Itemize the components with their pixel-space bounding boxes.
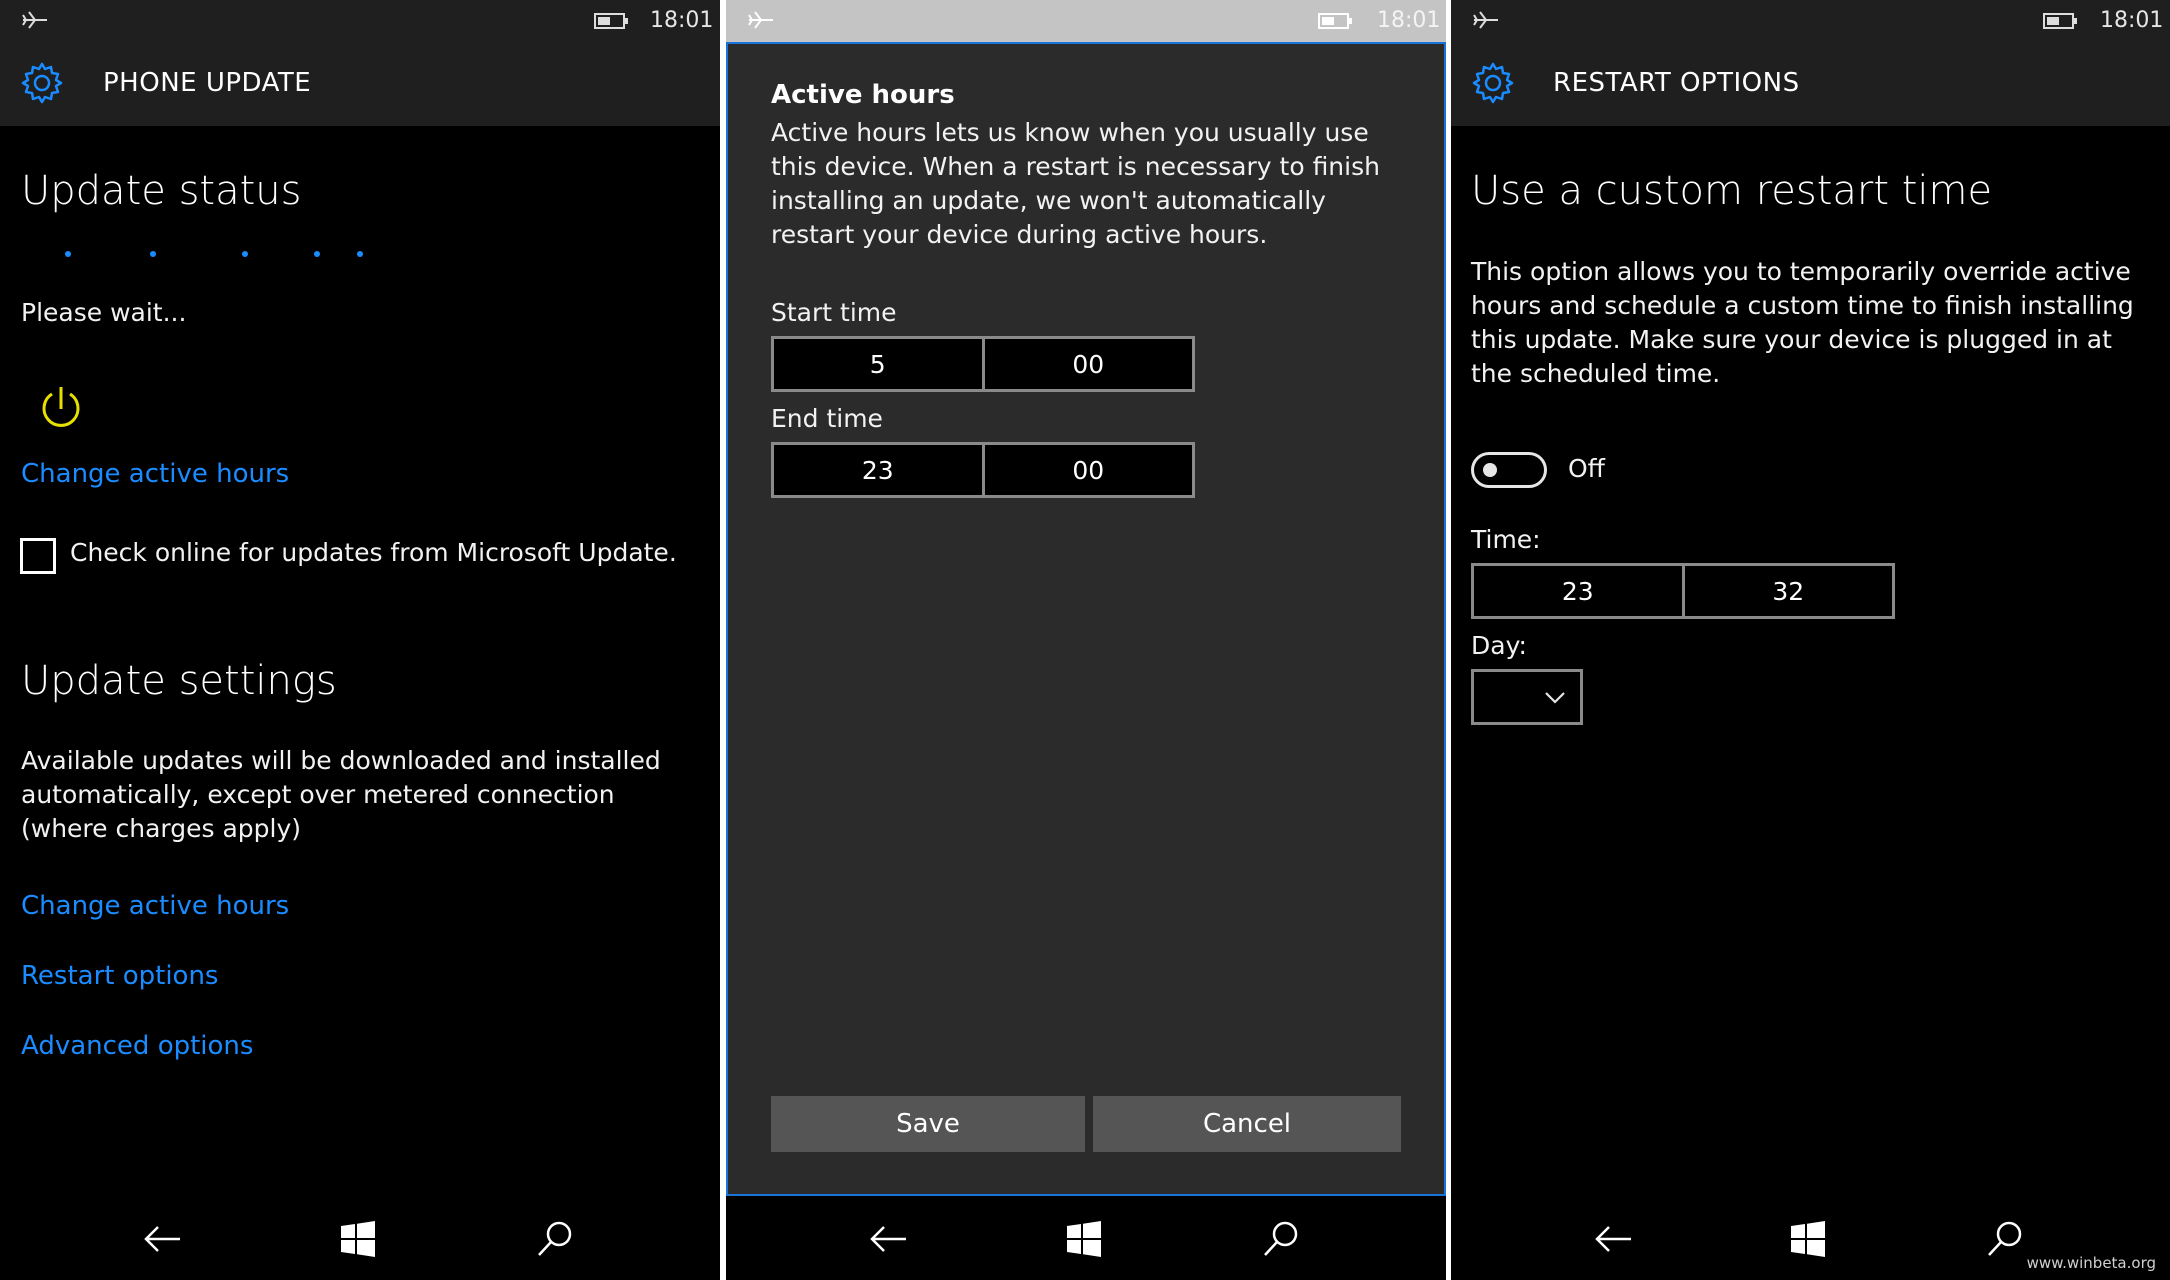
back-arrow-icon[interactable] xyxy=(142,1218,184,1260)
clock: 18:01 xyxy=(2100,8,2164,33)
restart-minute-cell[interactable]: 32 xyxy=(1681,566,1893,616)
restart-hour-cell[interactable]: 23 xyxy=(1474,566,1682,616)
please-wait-text: Please wait... xyxy=(21,298,187,327)
change-active-hours-link-2[interactable]: Change active hours xyxy=(21,891,289,921)
phone-update-screen: 18:01 PHONE UPDATE Update status Please … xyxy=(0,0,720,1280)
settings-gear-icon xyxy=(1472,62,1514,104)
toggle-state-label: Off xyxy=(1568,454,1605,483)
active-hours-dialog: Active hours Active hours lets us know w… xyxy=(726,42,1446,1196)
clock: 18:01 xyxy=(650,8,714,33)
settings-gear-icon xyxy=(21,62,63,104)
update-status-heading: Update status xyxy=(21,168,302,214)
advanced-options-link[interactable]: Advanced options xyxy=(21,1031,253,1061)
update-settings-description: Available updates will be downloaded and… xyxy=(21,746,661,843)
battery-icon xyxy=(1318,13,1352,29)
airplane-mode-icon xyxy=(748,11,773,29)
update-settings-heading: Update settings xyxy=(21,658,337,704)
check-online-checkbox[interactable] xyxy=(20,538,56,574)
navigation-bar: www.winbeta.org xyxy=(1451,1198,2170,1280)
dialog-title: Active hours xyxy=(771,80,955,110)
page-title: RESTART OPTIONS xyxy=(1553,68,1800,98)
restart-options-link[interactable]: Restart options xyxy=(21,961,218,991)
back-arrow-icon[interactable] xyxy=(1593,1218,1635,1260)
check-online-label: Check online for updates from Microsoft … xyxy=(70,538,677,567)
back-arrow-icon[interactable] xyxy=(868,1218,910,1260)
end-time-label: End time xyxy=(771,404,883,433)
time-label: Time: xyxy=(1471,525,1541,554)
power-icon xyxy=(42,387,80,427)
clock: 18:01 xyxy=(1377,8,1441,33)
save-button[interactable]: Save xyxy=(771,1096,1085,1152)
start-time-label: Start time xyxy=(771,298,897,327)
windows-start-icon[interactable] xyxy=(1063,1218,1105,1260)
toggle-knob xyxy=(1483,463,1497,477)
change-active-hours-link[interactable]: Change active hours xyxy=(21,459,289,489)
page-header: PHONE UPDATE xyxy=(0,42,720,126)
windows-start-icon[interactable] xyxy=(337,1218,379,1260)
cancel-button[interactable]: Cancel xyxy=(1093,1096,1401,1152)
search-icon[interactable] xyxy=(534,1218,576,1260)
airplane-mode-icon xyxy=(1473,11,1498,29)
watermark: www.winbeta.org xyxy=(2026,1254,2156,1272)
restart-time-picker[interactable]: 23 32 xyxy=(1471,563,1895,619)
windows-start-icon[interactable] xyxy=(1787,1218,1829,1260)
day-dropdown[interactable] xyxy=(1471,669,1583,725)
page-title: PHONE UPDATE xyxy=(103,68,312,98)
active-hours-screen: 18:01 Active hours Active hours lets us … xyxy=(726,0,1446,1280)
day-label: Day: xyxy=(1471,631,1527,660)
custom-restart-description: This option allows you to temporarily ov… xyxy=(1471,257,2134,388)
custom-restart-heading: Use a custom restart time xyxy=(1471,168,1993,214)
start-hour-cell[interactable]: 5 xyxy=(774,339,982,389)
airplane-mode-icon xyxy=(22,11,47,29)
end-time-picker[interactable]: 23 00 xyxy=(771,442,1195,498)
end-hour-cell[interactable]: 23 xyxy=(774,445,982,495)
search-icon[interactable] xyxy=(1984,1218,2026,1260)
status-bar: 18:01 xyxy=(0,0,720,42)
restart-options-screen: 18:01 RESTART OPTIONS Use a custom resta… xyxy=(1451,0,2170,1280)
custom-restart-toggle[interactable] xyxy=(1471,452,1547,488)
start-time-picker[interactable]: 5 00 xyxy=(771,336,1195,392)
page-header: RESTART OPTIONS xyxy=(1451,42,2170,126)
chevron-down-icon xyxy=(1545,692,1565,704)
dialog-description: Active hours lets us know when you usual… xyxy=(771,118,1380,249)
battery-icon xyxy=(2043,13,2077,29)
navigation-bar xyxy=(0,1198,720,1280)
end-minute-cell[interactable]: 00 xyxy=(981,445,1193,495)
status-bar: 18:01 xyxy=(726,0,1446,42)
navigation-bar xyxy=(726,1198,1446,1280)
battery-icon xyxy=(594,13,628,29)
search-icon[interactable] xyxy=(1260,1218,1302,1260)
status-bar: 18:01 xyxy=(1451,0,2170,42)
start-minute-cell[interactable]: 00 xyxy=(981,339,1193,389)
